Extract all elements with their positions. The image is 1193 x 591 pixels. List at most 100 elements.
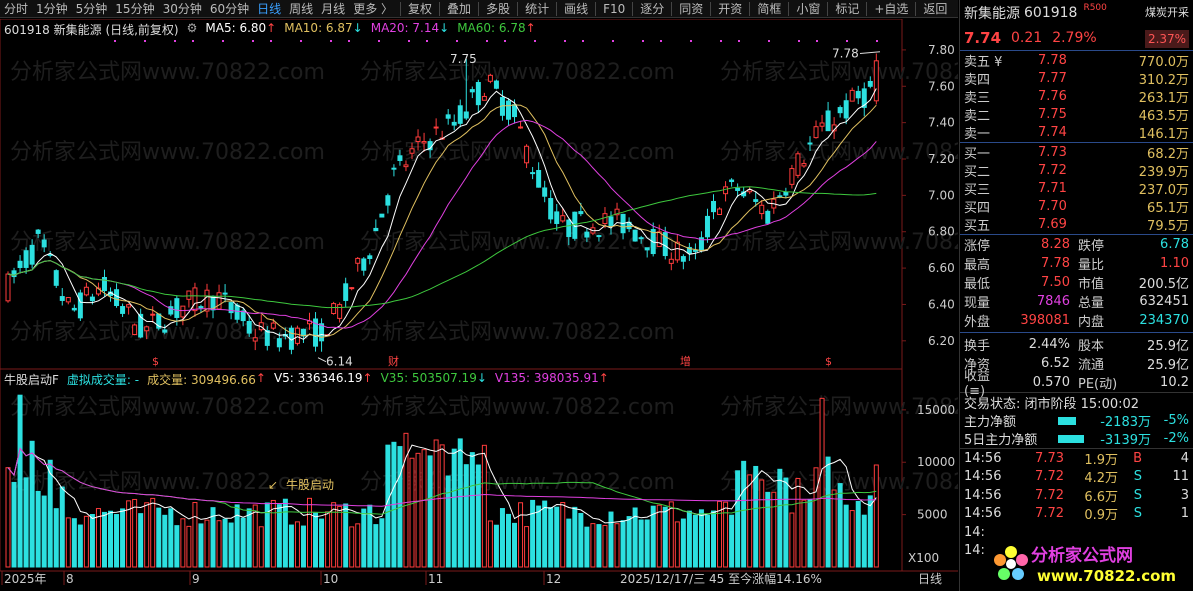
bids-row[interactable]: 买五 7.69 79.5万 <box>960 216 1193 234</box>
toolbar-button[interactable]: 小窗 <box>792 0 824 18</box>
period-tab[interactable]: 周线 <box>285 0 317 18</box>
kline-svg[interactable]: 分析家公式网www.70822.com 分析家公式网www.70822.com 分析… <box>0 19 958 591</box>
toolbar-button[interactable]: 简框 <box>753 0 785 18</box>
asks-row[interactable]: 卖五 ¥ 7.78 770.0万 <box>960 51 1193 70</box>
candle-body <box>789 168 795 185</box>
candle-body <box>729 179 735 183</box>
signal-dot <box>456 40 458 42</box>
signal-dot <box>768 40 770 42</box>
candle-body <box>53 270 59 286</box>
stat-value: 6.52 <box>1041 355 1070 371</box>
stat-value: 6.78 <box>1160 236 1189 252</box>
volume-bar <box>457 438 463 568</box>
volume-bar <box>168 508 174 568</box>
volume-bar <box>361 508 367 568</box>
volume-bar <box>300 525 306 568</box>
candle-body <box>530 172 536 175</box>
candle-body <box>487 74 493 82</box>
volume-bar <box>590 523 596 568</box>
candle-body <box>29 244 35 265</box>
bid-book: 买一 7.73 68.2万 买二 7.72 239.9万 买三 7.71 237.0万 买四 7.7… <box>960 143 1193 235</box>
volume-bar <box>723 501 729 568</box>
period-tab[interactable]: 更多 〉 <box>349 0 397 18</box>
volume-bar <box>626 516 632 568</box>
candle-body <box>126 304 132 308</box>
bids-row[interactable]: 买一 7.73 68.2万 <box>960 143 1193 162</box>
period-tab[interactable]: 30分钟 <box>159 0 206 18</box>
watermark-text: 分析家公式网www.70822.com <box>360 140 675 165</box>
tick-price: 7.73 <box>1035 450 1064 466</box>
volume-bar <box>530 499 536 568</box>
signal-dot <box>846 40 848 42</box>
settings-icon[interactable]: ⚙ <box>187 21 198 38</box>
asks-label: 卖三 <box>964 90 991 106</box>
price-tick-label: 7.80 <box>928 43 955 57</box>
period-tab[interactable]: 分时 <box>0 0 32 18</box>
toolbar-button[interactable]: 同资 <box>675 0 707 18</box>
toolbar-button[interactable]: 复权 <box>404 0 436 18</box>
volume-bar <box>873 464 879 568</box>
volume-bar <box>319 518 325 568</box>
bids-row[interactable]: 买二 7.72 239.9万 <box>960 161 1193 180</box>
divider <box>671 1 673 16</box>
toolbar-button[interactable]: F10 <box>599 0 629 18</box>
price-tick-label: 6.80 <box>928 225 955 239</box>
signal-dot <box>798 40 800 42</box>
toolbar-button[interactable]: 叠加 <box>443 0 475 18</box>
ma-legend-item: MA5: 6.80 <box>205 21 267 35</box>
volume-bar <box>198 523 204 568</box>
stat-value: 0.570 <box>1032 374 1070 390</box>
bids-row[interactable]: 买四 7.70 65.1万 <box>960 198 1193 216</box>
candle-body <box>837 107 843 114</box>
volume-bar <box>421 449 427 568</box>
chart-toolbar: 分时 1分钟 5分钟 15分钟 30分钟 60分钟 日线 周线 月线 更多 〉复权 叠加 多股 统计 画线… <box>0 0 958 18</box>
asks-row[interactable]: 卖四 7.77 310.2万 <box>960 69 1193 88</box>
signal-arrow: ↙ <box>268 478 278 492</box>
vol-legend-item: 成交量: 309496.66 <box>147 373 256 387</box>
signal-dot <box>330 40 332 42</box>
candle-body <box>813 126 819 139</box>
candle-body <box>855 90 861 99</box>
toolbar-button[interactable]: 多股 <box>482 0 514 18</box>
stat-key: 涨停 <box>964 238 991 254</box>
candle-body <box>475 82 481 106</box>
candle-body <box>71 307 77 311</box>
toolbar-button[interactable]: 开资 <box>714 0 746 18</box>
period-tab[interactable]: 1分钟 <box>32 0 72 18</box>
volume-bar <box>379 518 385 568</box>
stat-value: 10.2 <box>1160 374 1189 390</box>
period-tab[interactable]: 5分钟 <box>72 0 112 18</box>
toolbar-button[interactable]: 画线 <box>560 0 592 18</box>
period-tab[interactable]: 月线 <box>317 0 349 18</box>
watermark-text: 分析家公式网www.70822.com <box>360 395 675 420</box>
period-tab[interactable]: 60分钟 <box>206 0 253 18</box>
toolbar-button[interactable]: 标记 <box>831 0 863 18</box>
asks-label: 卖一 <box>964 127 991 143</box>
period-tab[interactable]: 日线 <box>253 0 285 18</box>
chart-title[interactable]: 601918 新集能源 (日线,前复权) <box>4 21 179 38</box>
toolbar-button[interactable]: 逐分 <box>636 0 668 18</box>
kline-chart-area[interactable]: 分析家公式网www.70822.com 分析家公式网www.70822.com 分析… <box>0 19 958 591</box>
vol-legend-item: V135: 398035.91 <box>494 371 599 385</box>
volume-bar <box>234 504 240 568</box>
asks-row[interactable]: 卖一 7.74 146.1万 <box>960 124 1193 142</box>
toolbar-button[interactable]: +自选 <box>870 0 912 18</box>
volume-bar <box>843 504 849 568</box>
low-label: 6.14 <box>326 355 353 369</box>
tick-row: 14:56 7.72 0.9万 S 1 <box>960 504 1193 523</box>
divider <box>827 1 829 16</box>
toolbar-button[interactable]: 返回 <box>919 0 951 18</box>
asks-row[interactable]: 卖三 7.76 263.1万 <box>960 87 1193 106</box>
asks-row[interactable]: 卖二 7.75 463.5万 <box>960 106 1193 124</box>
bids-row[interactable]: 买三 7.71 237.0万 <box>960 179 1193 198</box>
toolbar-button[interactable]: 统计 <box>521 0 553 18</box>
vol-unit-label: X100 <box>908 551 939 565</box>
volume-bar <box>644 519 650 568</box>
sector-label[interactable]: 煤炭开采 <box>1145 4 1189 20</box>
period-tab[interactable]: 15分钟 <box>111 0 158 18</box>
candle-body <box>668 258 674 264</box>
ma-legend-item: MA10: 6.87 <box>284 21 353 35</box>
bids-price: 7.73 <box>1038 144 1067 160</box>
candle-body <box>451 121 457 126</box>
price-change: 0.21 <box>1011 30 1043 46</box>
